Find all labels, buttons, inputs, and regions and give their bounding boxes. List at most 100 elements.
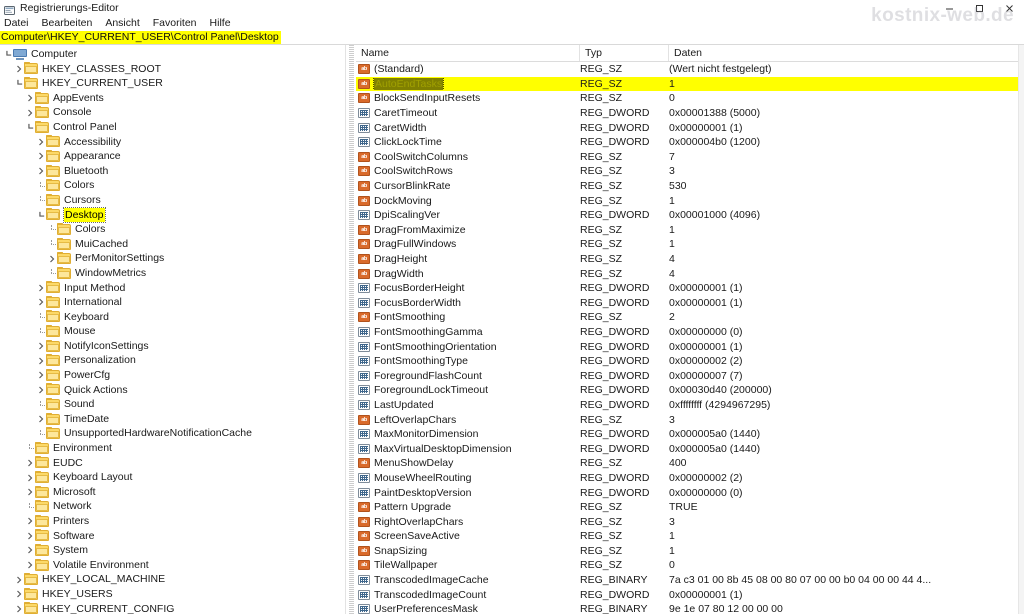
chevron-down-icon[interactable] [24,123,35,131]
column-header-typ[interactable]: Typ [580,45,669,61]
chevron-down-icon[interactable] [2,50,13,58]
tree-item-notifyiconsettings[interactable]: NotifyIconSettings [0,339,345,354]
minimize-button[interactable] [934,0,964,16]
tree-item-international[interactable]: International [0,295,345,310]
tree-item-network[interactable]: Network [0,499,345,514]
tree-item-sound[interactable]: Sound [0,397,345,412]
tree-item-unsupportedhardwarenotificationcache[interactable]: UnsupportedHardwareNotificationCache [0,426,345,441]
tree-item-eudc[interactable]: EUDC [0,456,345,471]
tree-item-software[interactable]: Software [0,529,345,544]
table-row[interactable]: FontSmoothingGamma REG_DWORD 0x00000000 (0… [356,325,1024,340]
tree-item-mouse[interactable]: Mouse [0,324,345,339]
tree-item-appevents[interactable]: AppEvents [0,91,345,106]
chevron-right-icon[interactable] [13,590,24,598]
table-row[interactable]: ab DockMoving REG_SZ 1 [356,193,1024,208]
tree-item-hkey-current-config[interactable]: HKEY_CURRENT_CONFIG [0,602,345,614]
tree-item-environment[interactable]: Environment [0,441,345,456]
tree-item-console[interactable]: Console [0,105,345,120]
table-row[interactable]: UserPreferencesMask REG_BINARY 9e 1e 07 80… [356,602,1024,614]
table-row[interactable]: ab DragFullWindows REG_SZ 1 [356,237,1024,252]
address-bar[interactable]: Computer\HKEY_CURRENT_USER\Control Panel… [0,31,1024,45]
chevron-down-icon[interactable] [35,211,46,219]
chevron-right-icon[interactable] [13,605,24,613]
tree-item-hkey-classes-root[interactable]: HKEY_CLASSES_ROOT [0,62,345,77]
tree-item-hkey-users[interactable]: HKEY_USERS [0,587,345,602]
tree-item-computer[interactable]: Computer [0,47,345,62]
tree-item-keyboard[interactable]: Keyboard [0,310,345,325]
table-row[interactable]: ab BlockSendInputResets REG_SZ 0 [356,91,1024,106]
chevron-right-icon[interactable] [24,109,35,117]
list-vertical-scrollbar[interactable] [1018,45,1024,614]
table-row[interactable]: ab DragHeight REG_SZ 4 [356,252,1024,267]
chevron-down-icon[interactable] [13,79,24,87]
tree-item-timedate[interactable]: TimeDate [0,412,345,427]
chevron-right-icon[interactable] [24,488,35,496]
tree-item-desktop[interactable]: Desktop [0,206,345,224]
tree-item-permonitorsettings[interactable]: PerMonitorSettings [0,251,345,266]
table-row[interactable]: FocusBorderHeight REG_DWORD 0x00000001 (1) [356,281,1024,296]
table-row[interactable]: ab CursorBlinkRate REG_SZ 530 [356,179,1024,194]
menu-item-ansicht[interactable]: Ansicht [105,16,146,31]
tree-item-volatile-environment[interactable]: Volatile Environment [0,558,345,573]
chevron-right-icon[interactable] [35,357,46,365]
menu-item-hilfe[interactable]: Hilfe [210,16,238,31]
table-row[interactable]: ab CoolSwitchColumns REG_SZ 7 [356,150,1024,165]
tree-item-input-method[interactable]: Input Method [0,281,345,296]
address-path[interactable]: Computer\HKEY_CURRENT_USER\Control Panel… [0,31,281,44]
table-row[interactable]: PaintDesktopVersion REG_DWORD 0x00000000 (… [356,485,1024,500]
tree-item-colors[interactable]: Colors [0,178,345,193]
table-row[interactable]: DpiScalingVer REG_DWORD 0x00001000 (4096) [356,208,1024,223]
pane-splitter[interactable] [345,45,356,614]
menu-item-bearbeiten[interactable]: Bearbeiten [42,16,100,31]
tree-item-bluetooth[interactable]: Bluetooth [0,164,345,179]
table-row[interactable]: MaxVirtualDesktopDimension REG_DWORD 0x000… [356,441,1024,456]
chevron-right-icon[interactable] [46,255,57,263]
chevron-right-icon[interactable] [35,386,46,394]
values-list[interactable]: ab (Standard) REG_SZ (Wert nicht festgelegt… [356,62,1024,614]
tree-item-hkey-local-machine[interactable]: HKEY_LOCAL_MACHINE [0,572,345,587]
table-row[interactable]: TranscodedImageCache REG_BINARY 7a c3 01 0… [356,573,1024,588]
chevron-right-icon[interactable] [24,561,35,569]
chevron-right-icon[interactable] [24,532,35,540]
tree-item-appearance[interactable]: Appearance [0,149,345,164]
chevron-right-icon[interactable] [13,65,24,73]
close-button[interactable] [994,0,1024,16]
table-row[interactable]: ab Pattern Upgrade REG_SZ TRUE [356,500,1024,515]
tree-item-accessibility[interactable]: Accessibility [0,135,345,150]
table-row[interactable]: ClickLockTime REG_DWORD 0x000004b0 (1200) [356,135,1024,150]
table-row[interactable]: MouseWheelRouting REG_DWORD 0x00000002 (2) [356,471,1024,486]
table-row[interactable]: FontSmoothingType REG_DWORD 0x00000002 (2) [356,354,1024,369]
chevron-right-icon[interactable] [24,459,35,467]
chevron-right-icon[interactable] [24,517,35,525]
tree-item-cursors[interactable]: Cursors [0,193,345,208]
table-row[interactable]: FocusBorderWidth REG_DWORD 0x00000001 (1) [356,296,1024,311]
table-row[interactable]: ab RightOverlapChars REG_SZ 3 [356,514,1024,529]
chevron-right-icon[interactable] [35,284,46,292]
table-row[interactable]: ab (Standard) REG_SZ (Wert nicht festgelegt… [356,62,1024,77]
chevron-right-icon[interactable] [35,167,46,175]
tree-item-windowmetrics[interactable]: WindowMetrics [0,266,345,281]
tree-item-control-panel[interactable]: Control Panel [0,120,345,135]
maximize-button[interactable] [964,0,994,16]
tree-item-muicached[interactable]: MuiCached [0,237,345,252]
table-row[interactable]: CaretTimeout REG_DWORD 0x00001388 (5000) [356,106,1024,121]
table-row[interactable]: CaretWidth REG_DWORD 0x00000001 (1) [356,120,1024,135]
tree-item-printers[interactable]: Printers [0,514,345,529]
tree-item-hkey-current-user[interactable]: HKEY_CURRENT_USER [0,76,345,91]
tree-item-quick-actions[interactable]: Quick Actions [0,383,345,398]
tree-item-system[interactable]: System [0,543,345,558]
menu-item-datei[interactable]: Datei [4,16,36,31]
table-row[interactable]: ab MenuShowDelay REG_SZ 400 [356,456,1024,471]
column-header-daten[interactable]: Daten [669,45,1024,61]
table-row[interactable]: MaxMonitorDimension REG_DWORD 0x000005a0 (… [356,427,1024,442]
tree-item-microsoft[interactable]: Microsoft [0,485,345,500]
table-row[interactable]: ab SnapSizing REG_SZ 1 [356,544,1024,559]
table-row[interactable]: ForegroundLockTimeout REG_DWORD 0x00030d40… [356,383,1024,398]
chevron-right-icon[interactable] [35,152,46,160]
chevron-right-icon[interactable] [24,474,35,482]
table-row[interactable]: LastUpdated REG_DWORD 0xffffffff (42949672… [356,398,1024,413]
table-row[interactable]: ab DragWidth REG_SZ 4 [356,266,1024,281]
chevron-right-icon[interactable] [35,342,46,350]
table-row[interactable]: ab FontSmoothing REG_SZ 2 [356,310,1024,325]
tree-item-powercfg[interactable]: PowerCfg [0,368,345,383]
